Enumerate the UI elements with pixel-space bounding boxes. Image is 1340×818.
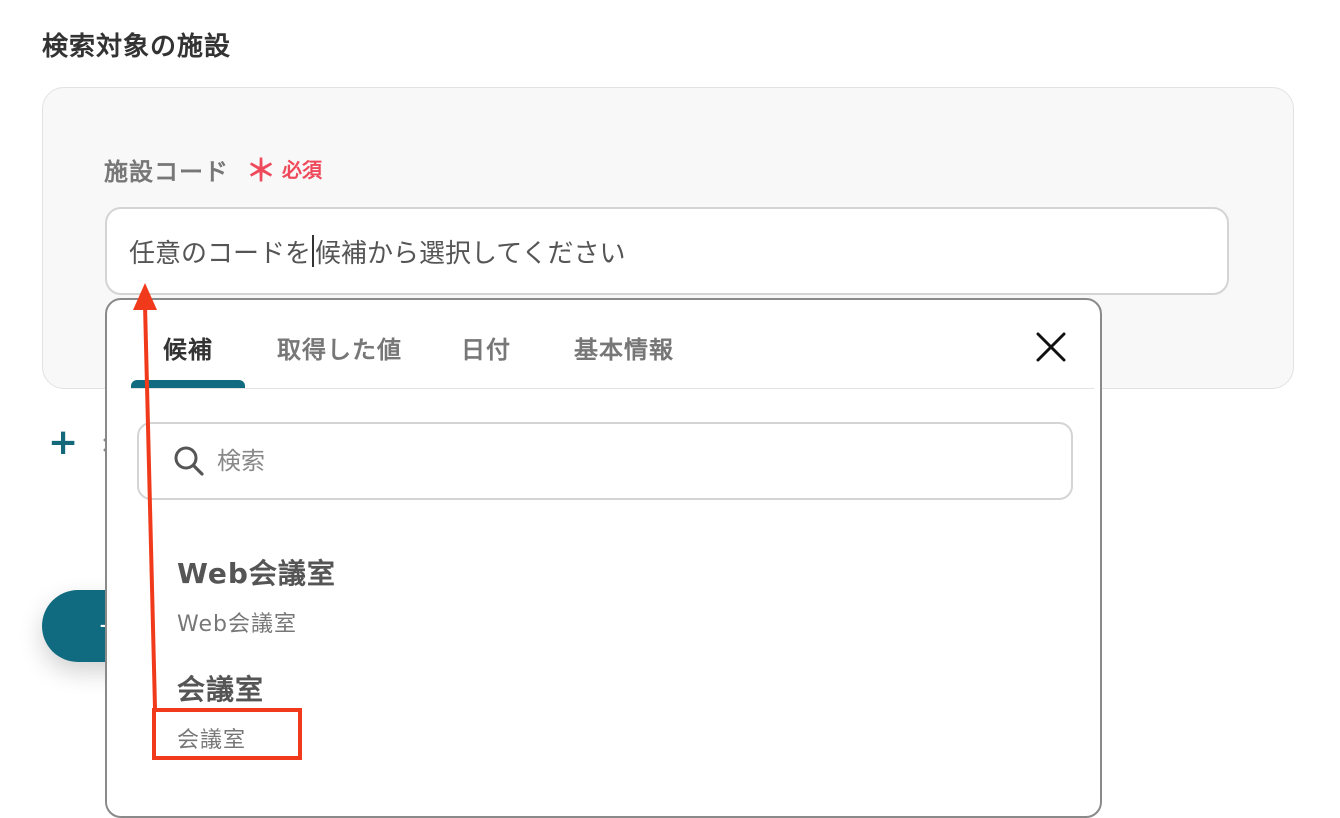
plus-icon[interactable]: + (48, 422, 78, 463)
tab-candidates[interactable]: 候補 (163, 330, 213, 365)
active-tab-indicator (131, 380, 245, 388)
tab-date[interactable]: 日付 (461, 330, 511, 365)
tab-retrieved-values[interactable]: 取得した値 (277, 330, 402, 365)
search-field[interactable] (137, 422, 1073, 500)
facility-code-input[interactable]: 任意のコードを 候補から選択してください (105, 207, 1229, 295)
option-web-meeting-room[interactable]: Web会議室 Web会議室 (177, 552, 336, 638)
required-asterisk: ＊ (246, 153, 276, 189)
text-caret (312, 235, 315, 267)
option-title: 会議室 (177, 673, 265, 706)
search-input[interactable] (215, 446, 919, 476)
input-text-after-caret: 候補から選択してください (315, 238, 626, 269)
option-title: Web会議室 (177, 557, 336, 590)
option-subtitle: Web会議室 (177, 612, 297, 637)
required-indicator: ＊ 必須 (246, 153, 322, 189)
input-text-before-caret: 任意のコードを (129, 238, 312, 269)
annotation-highlight-box (152, 708, 302, 760)
search-icon (174, 446, 204, 476)
dropdown-tabs: 候補 取得した値 日付 基本情報 (131, 300, 1094, 389)
required-label: 必須 (282, 158, 322, 182)
section-title: 検索対象の施設 (42, 32, 232, 62)
tab-basic-info[interactable]: 基本情報 (574, 330, 674, 365)
close-icon[interactable] (1034, 330, 1068, 364)
field-label: 施設コード (104, 158, 229, 186)
